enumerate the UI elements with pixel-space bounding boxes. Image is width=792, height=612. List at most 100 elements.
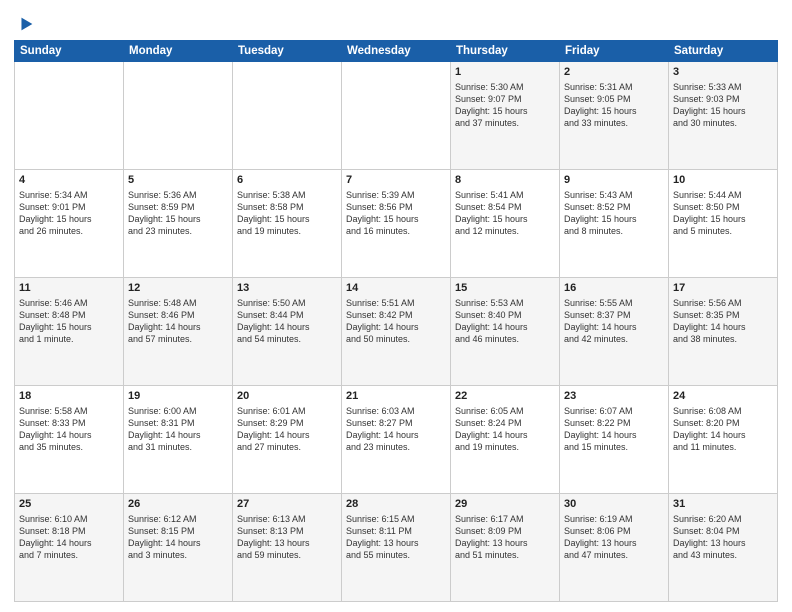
day-info: Sunrise: 5:39 AM Sunset: 8:56 PM Dayligh… xyxy=(346,189,446,238)
day-number: 12 xyxy=(128,281,228,296)
day-info: Sunrise: 6:10 AM Sunset: 8:18 PM Dayligh… xyxy=(19,513,119,562)
calendar-week-5: 25Sunrise: 6:10 AM Sunset: 8:18 PM Dayli… xyxy=(15,494,778,602)
weekday-header-monday: Monday xyxy=(124,41,233,62)
weekday-header-wednesday: Wednesday xyxy=(342,41,451,62)
calendar-cell: 22Sunrise: 6:05 AM Sunset: 8:24 PM Dayli… xyxy=(451,386,560,494)
day-info: Sunrise: 6:00 AM Sunset: 8:31 PM Dayligh… xyxy=(128,405,228,454)
calendar-cell: 14Sunrise: 5:51 AM Sunset: 8:42 PM Dayli… xyxy=(342,278,451,386)
day-info: Sunrise: 5:56 AM Sunset: 8:35 PM Dayligh… xyxy=(673,297,773,346)
calendar-cell: 23Sunrise: 6:07 AM Sunset: 8:22 PM Dayli… xyxy=(560,386,669,494)
day-number: 14 xyxy=(346,281,446,296)
calendar-week-4: 18Sunrise: 5:58 AM Sunset: 8:33 PM Dayli… xyxy=(15,386,778,494)
day-info: Sunrise: 6:05 AM Sunset: 8:24 PM Dayligh… xyxy=(455,405,555,454)
calendar-cell: 29Sunrise: 6:17 AM Sunset: 8:09 PM Dayli… xyxy=(451,494,560,602)
day-number: 16 xyxy=(564,281,664,296)
day-number: 5 xyxy=(128,173,228,188)
day-number: 31 xyxy=(673,497,773,512)
calendar-cell: 1Sunrise: 5:30 AM Sunset: 9:07 PM Daylig… xyxy=(451,62,560,170)
day-number: 9 xyxy=(564,173,664,188)
header xyxy=(14,10,778,34)
calendar-cell: 13Sunrise: 5:50 AM Sunset: 8:44 PM Dayli… xyxy=(233,278,342,386)
day-info: Sunrise: 5:55 AM Sunset: 8:37 PM Dayligh… xyxy=(564,297,664,346)
calendar-cell: 31Sunrise: 6:20 AM Sunset: 8:04 PM Dayli… xyxy=(669,494,778,602)
calendar-cell: 17Sunrise: 5:56 AM Sunset: 8:35 PM Dayli… xyxy=(669,278,778,386)
weekday-header-tuesday: Tuesday xyxy=(233,41,342,62)
calendar-cell xyxy=(124,62,233,170)
day-info: Sunrise: 6:07 AM Sunset: 8:22 PM Dayligh… xyxy=(564,405,664,454)
day-info: Sunrise: 5:34 AM Sunset: 9:01 PM Dayligh… xyxy=(19,189,119,238)
calendar-cell: 24Sunrise: 6:08 AM Sunset: 8:20 PM Dayli… xyxy=(669,386,778,494)
day-info: Sunrise: 5:51 AM Sunset: 8:42 PM Dayligh… xyxy=(346,297,446,346)
weekday-header-friday: Friday xyxy=(560,41,669,62)
calendar: SundayMondayTuesdayWednesdayThursdayFrid… xyxy=(14,40,778,602)
calendar-cell: 20Sunrise: 6:01 AM Sunset: 8:29 PM Dayli… xyxy=(233,386,342,494)
day-number: 4 xyxy=(19,173,119,188)
day-info: Sunrise: 6:19 AM Sunset: 8:06 PM Dayligh… xyxy=(564,513,664,562)
day-number: 13 xyxy=(237,281,337,296)
day-number: 28 xyxy=(346,497,446,512)
day-number: 21 xyxy=(346,389,446,404)
calendar-cell xyxy=(342,62,451,170)
calendar-cell: 12Sunrise: 5:48 AM Sunset: 8:46 PM Dayli… xyxy=(124,278,233,386)
calendar-header-row: SundayMondayTuesdayWednesdayThursdayFrid… xyxy=(15,41,778,62)
weekday-header-sunday: Sunday xyxy=(15,41,124,62)
calendar-cell: 11Sunrise: 5:46 AM Sunset: 8:48 PM Dayli… xyxy=(15,278,124,386)
day-info: Sunrise: 5:31 AM Sunset: 9:05 PM Dayligh… xyxy=(564,81,664,130)
day-number: 27 xyxy=(237,497,337,512)
calendar-cell xyxy=(15,62,124,170)
day-number: 20 xyxy=(237,389,337,404)
day-number: 10 xyxy=(673,173,773,188)
calendar-cell: 15Sunrise: 5:53 AM Sunset: 8:40 PM Dayli… xyxy=(451,278,560,386)
day-info: Sunrise: 5:30 AM Sunset: 9:07 PM Dayligh… xyxy=(455,81,555,130)
day-info: Sunrise: 6:17 AM Sunset: 8:09 PM Dayligh… xyxy=(455,513,555,562)
day-info: Sunrise: 5:46 AM Sunset: 8:48 PM Dayligh… xyxy=(19,297,119,346)
calendar-cell: 26Sunrise: 6:12 AM Sunset: 8:15 PM Dayli… xyxy=(124,494,233,602)
calendar-cell xyxy=(233,62,342,170)
day-info: Sunrise: 5:53 AM Sunset: 8:40 PM Dayligh… xyxy=(455,297,555,346)
calendar-cell: 25Sunrise: 6:10 AM Sunset: 8:18 PM Dayli… xyxy=(15,494,124,602)
day-info: Sunrise: 5:36 AM Sunset: 8:59 PM Dayligh… xyxy=(128,189,228,238)
day-number: 19 xyxy=(128,389,228,404)
day-info: Sunrise: 6:01 AM Sunset: 8:29 PM Dayligh… xyxy=(237,405,337,454)
day-info: Sunrise: 6:12 AM Sunset: 8:15 PM Dayligh… xyxy=(128,513,228,562)
calendar-cell: 10Sunrise: 5:44 AM Sunset: 8:50 PM Dayli… xyxy=(669,170,778,278)
weekday-header-thursday: Thursday xyxy=(451,41,560,62)
day-number: 1 xyxy=(455,65,555,80)
calendar-cell: 9Sunrise: 5:43 AM Sunset: 8:52 PM Daylig… xyxy=(560,170,669,278)
day-info: Sunrise: 5:50 AM Sunset: 8:44 PM Dayligh… xyxy=(237,297,337,346)
calendar-cell: 8Sunrise: 5:41 AM Sunset: 8:54 PM Daylig… xyxy=(451,170,560,278)
page: SundayMondayTuesdayWednesdayThursdayFrid… xyxy=(0,0,792,612)
day-info: Sunrise: 5:38 AM Sunset: 8:58 PM Dayligh… xyxy=(237,189,337,238)
day-number: 11 xyxy=(19,281,119,296)
day-info: Sunrise: 6:08 AM Sunset: 8:20 PM Dayligh… xyxy=(673,405,773,454)
calendar-cell: 2Sunrise: 5:31 AM Sunset: 9:05 PM Daylig… xyxy=(560,62,669,170)
calendar-cell: 27Sunrise: 6:13 AM Sunset: 8:13 PM Dayli… xyxy=(233,494,342,602)
day-info: Sunrise: 5:48 AM Sunset: 8:46 PM Dayligh… xyxy=(128,297,228,346)
day-info: Sunrise: 5:58 AM Sunset: 8:33 PM Dayligh… xyxy=(19,405,119,454)
calendar-cell: 28Sunrise: 6:15 AM Sunset: 8:11 PM Dayli… xyxy=(342,494,451,602)
calendar-cell: 19Sunrise: 6:00 AM Sunset: 8:31 PM Dayli… xyxy=(124,386,233,494)
day-number: 17 xyxy=(673,281,773,296)
calendar-cell: 16Sunrise: 5:55 AM Sunset: 8:37 PM Dayli… xyxy=(560,278,669,386)
day-info: Sunrise: 6:03 AM Sunset: 8:27 PM Dayligh… xyxy=(346,405,446,454)
day-number: 2 xyxy=(564,65,664,80)
day-info: Sunrise: 5:44 AM Sunset: 8:50 PM Dayligh… xyxy=(673,189,773,238)
day-number: 3 xyxy=(673,65,773,80)
day-info: Sunrise: 5:43 AM Sunset: 8:52 PM Dayligh… xyxy=(564,189,664,238)
day-number: 6 xyxy=(237,173,337,188)
weekday-header-saturday: Saturday xyxy=(669,41,778,62)
day-number: 30 xyxy=(564,497,664,512)
calendar-cell: 18Sunrise: 5:58 AM Sunset: 8:33 PM Dayli… xyxy=(15,386,124,494)
day-number: 26 xyxy=(128,497,228,512)
day-info: Sunrise: 5:41 AM Sunset: 8:54 PM Dayligh… xyxy=(455,189,555,238)
day-info: Sunrise: 6:13 AM Sunset: 8:13 PM Dayligh… xyxy=(237,513,337,562)
day-info: Sunrise: 6:15 AM Sunset: 8:11 PM Dayligh… xyxy=(346,513,446,562)
calendar-week-2: 4Sunrise: 5:34 AM Sunset: 9:01 PM Daylig… xyxy=(15,170,778,278)
calendar-week-3: 11Sunrise: 5:46 AM Sunset: 8:48 PM Dayli… xyxy=(15,278,778,386)
day-info: Sunrise: 5:33 AM Sunset: 9:03 PM Dayligh… xyxy=(673,81,773,130)
calendar-cell: 6Sunrise: 5:38 AM Sunset: 8:58 PM Daylig… xyxy=(233,170,342,278)
day-number: 15 xyxy=(455,281,555,296)
day-number: 29 xyxy=(455,497,555,512)
calendar-cell: 7Sunrise: 5:39 AM Sunset: 8:56 PM Daylig… xyxy=(342,170,451,278)
logo-arrow-icon xyxy=(16,14,36,34)
